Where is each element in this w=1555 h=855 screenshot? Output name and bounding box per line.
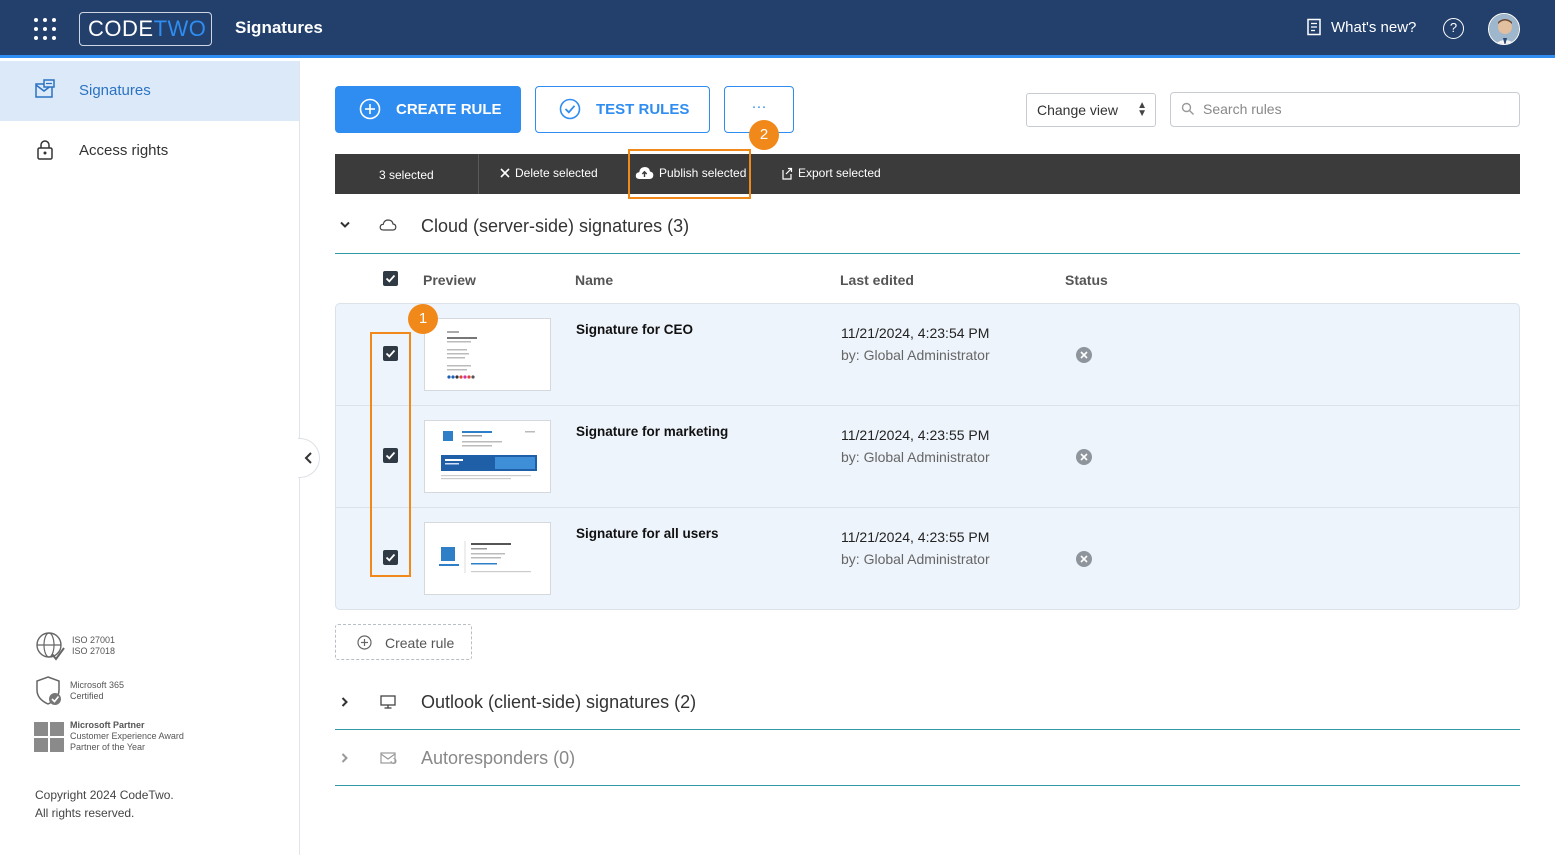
table-header: Preview Name Last edited Status — [335, 264, 1520, 296]
section-cloud-signatures[interactable]: Cloud (server-side) signatures (3) — [335, 198, 1520, 254]
column-header-preview[interactable]: Preview — [423, 272, 476, 288]
close-icon — [500, 168, 510, 178]
status-disabled-icon — [1076, 347, 1092, 363]
table-row[interactable]: Signature for CEO 11/21/2024, 4:23:54 PM… — [336, 304, 1519, 406]
updown-caret-icon: ▲ ▼ — [1137, 100, 1147, 119]
search-box — [1170, 92, 1520, 127]
search-icon — [1181, 102, 1194, 115]
signature-rules-list: Signature for CEO 11/21/2024, 4:23:54 PM… — [335, 303, 1520, 610]
signature-icon — [35, 79, 55, 98]
collapse-sidebar-button[interactable] — [298, 438, 320, 478]
status-disabled-icon — [1076, 551, 1092, 567]
select-all-checkbox[interactable] — [383, 271, 398, 286]
sidebar-item-access-rights[interactable]: Access rights — [0, 121, 299, 181]
signature-name[interactable]: Signature for CEO — [576, 322, 693, 337]
signature-preview-thumbnail[interactable] — [424, 522, 551, 595]
section-autoresponders[interactable]: Autoresponders (0) — [335, 730, 1520, 786]
change-view-label: Change view — [1037, 102, 1118, 118]
selected-count: 3 selected — [379, 168, 434, 182]
app-title: Signatures — [235, 18, 323, 37]
chevron-left-icon — [304, 452, 312, 464]
export-selected-label: Export selected — [798, 166, 881, 180]
table-row[interactable]: Signature for all users 11/21/2024, 4:23… — [336, 508, 1519, 610]
sidebar-item-label: Access rights — [79, 142, 169, 159]
divider — [478, 154, 479, 194]
search-input[interactable] — [1203, 101, 1503, 117]
signature-preview-thumbnail[interactable] — [424, 318, 551, 391]
column-header-status[interactable]: Status — [1065, 272, 1108, 288]
copyright: Copyright 2024 CodeTwo. All rights reser… — [35, 788, 174, 820]
section-title: Outlook (client-side) signatures (2) — [421, 692, 697, 712]
selection-action-bar: 3 selected Delete selected Publish selec… — [335, 154, 1520, 194]
sidebar-item-label: Signatures — [79, 82, 151, 99]
iso-globe-icon — [36, 632, 65, 661]
microsoft-365-badge: Microsoft 365 Certified — [34, 675, 124, 707]
chevron-down-icon — [340, 221, 350, 228]
plus-circle-icon — [357, 635, 372, 650]
export-selected-button[interactable]: Export selected — [781, 166, 881, 180]
help-icon[interactable]: ? — [1443, 18, 1464, 39]
plus-circle-icon — [359, 98, 381, 120]
highlight-row-checkboxes — [370, 332, 411, 577]
chevron-right-icon — [341, 697, 348, 707]
change-view-select[interactable]: Change view ▲ ▼ — [1026, 93, 1156, 127]
cloud-icon — [379, 219, 397, 231]
last-edited: 11/21/2024, 4:23:55 PM by: Global Admini… — [841, 427, 990, 465]
export-icon — [782, 167, 793, 180]
create-rule-inline-label: Create rule — [385, 635, 455, 651]
annotation-marker-1: 1 — [408, 304, 438, 334]
app-launcher-icon[interactable] — [34, 18, 56, 40]
iso-badge: ISO 27001 ISO 27018 — [34, 630, 115, 662]
annotation-marker-2: 2 — [749, 120, 779, 150]
chevron-right-icon — [341, 753, 348, 763]
section-title: Cloud (server-side) signatures (3) — [421, 216, 690, 236]
avatar[interactable] — [1488, 13, 1520, 45]
monitor-icon — [380, 695, 396, 709]
autoresponder-mail-icon — [380, 752, 397, 765]
delete-selected-label: Delete selected — [515, 166, 598, 180]
section-outlook-signatures[interactable]: Outlook (client-side) signatures (2) — [335, 674, 1520, 730]
last-edited: 11/21/2024, 4:23:54 PM by: Global Admini… — [841, 325, 990, 363]
table-row[interactable]: Signature for marketing 11/21/2024, 4:23… — [336, 406, 1519, 508]
signature-preview-thumbnail[interactable] — [424, 420, 551, 493]
last-edited: 11/21/2024, 4:23:55 PM by: Global Admini… — [841, 529, 990, 567]
codetwo-logo[interactable]: CODETWO — [79, 12, 212, 46]
sidebar: Signatures Access rights ISO 27001 ISO 27… — [0, 61, 300, 855]
check-circle-icon — [559, 98, 581, 120]
create-rule-label: CREATE RULE — [396, 101, 502, 118]
test-rules-button[interactable]: TEST RULES — [535, 86, 710, 133]
shield-check-icon — [36, 676, 61, 705]
test-rules-label: TEST RULES — [596, 101, 690, 118]
status-disabled-icon — [1076, 449, 1092, 465]
microsoft-partner-badge: Microsoft Partner Customer Experience Awa… — [34, 720, 184, 753]
whats-new-link[interactable]: What's new? — [1305, 18, 1416, 36]
column-header-name[interactable]: Name — [575, 272, 613, 288]
microsoft-logo-icon — [34, 721, 64, 752]
signature-name[interactable]: Signature for all users — [576, 526, 719, 541]
create-rule-button[interactable]: CREATE RULE — [335, 86, 521, 133]
checkmark-icon — [385, 274, 396, 283]
whats-new-label: What's new? — [1331, 18, 1417, 36]
news-icon — [1307, 18, 1321, 36]
lock-icon — [37, 140, 53, 160]
highlight-publish-selected — [628, 149, 751, 199]
section-title: Autoresponders (0) — [421, 748, 576, 768]
column-header-last-edited[interactable]: Last edited — [840, 272, 914, 288]
top-bar: CODETWO Signatures What's new? ? — [0, 0, 1555, 58]
delete-selected-button[interactable]: Delete selected — [500, 166, 598, 180]
create-rule-inline-button[interactable]: Create rule — [335, 624, 472, 660]
signature-name[interactable]: Signature for marketing — [576, 424, 728, 439]
sidebar-item-signatures[interactable]: Signatures — [0, 61, 299, 121]
